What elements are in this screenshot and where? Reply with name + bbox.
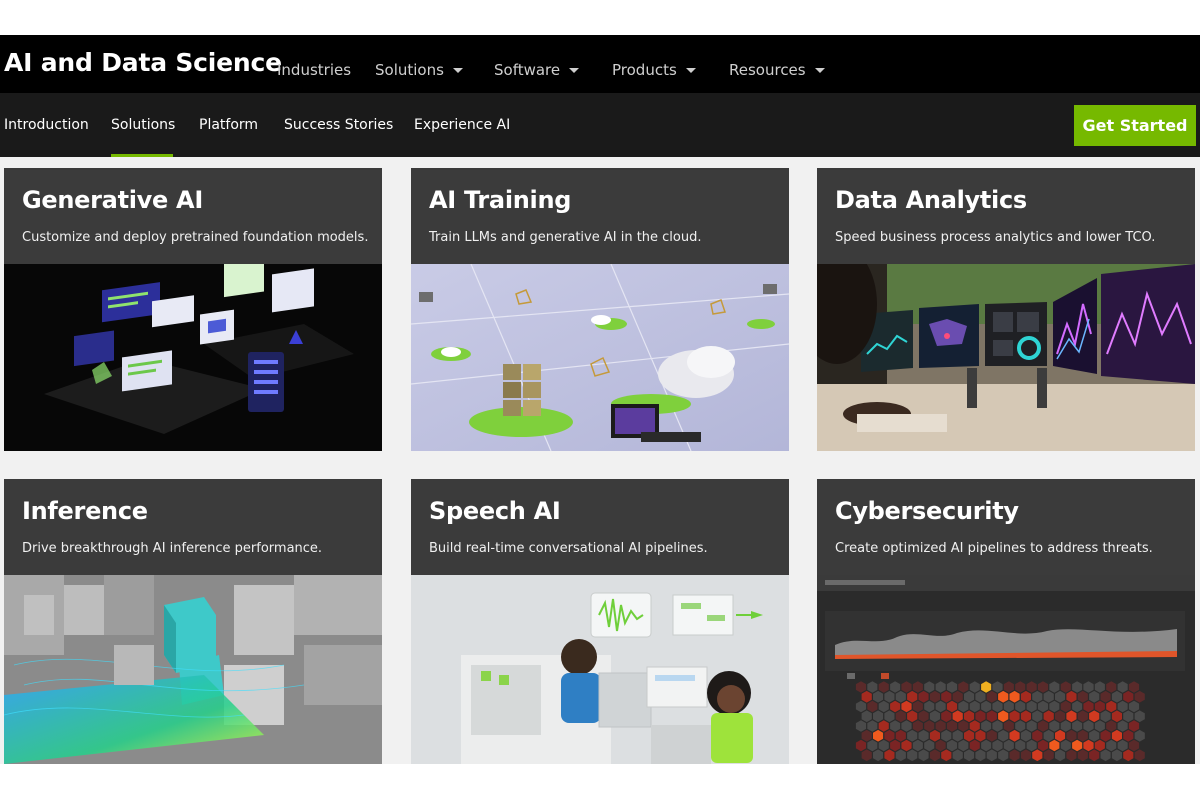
nav-solutions[interactable]: Solutions xyxy=(375,61,463,79)
card-speech-ai[interactable]: Speech AI Build real-time conversational… xyxy=(411,479,789,764)
card-description: Drive breakthrough AI inference performa… xyxy=(22,541,323,556)
card-header: Data Analytics Speed business process an… xyxy=(817,168,1195,264)
subnav-success-stories[interactable]: Success Stories xyxy=(284,117,393,133)
chevron-down-icon xyxy=(452,68,463,73)
card-description: Build real-time conversational AI pipeli… xyxy=(429,541,708,556)
subnav-experience-ai[interactable]: Experience AI xyxy=(414,117,510,133)
card-description: Create optimized AI pipelines to address… xyxy=(835,541,1153,556)
page: AI and Data Science Industries Solutions… xyxy=(0,0,1200,800)
card-title: Data Analytics xyxy=(835,186,1027,214)
card-header: Cybersecurity Create optimized AI pipeli… xyxy=(817,479,1195,575)
nav-solutions-label: Solutions xyxy=(375,61,444,79)
chevron-down-icon xyxy=(569,68,580,73)
nav-software[interactable]: Software xyxy=(494,61,580,79)
nav-resources[interactable]: Resources xyxy=(729,61,825,79)
card-cybersecurity[interactable]: Cybersecurity Create optimized AI pipeli… xyxy=(817,479,1195,764)
card-description: Customize and deploy pretrained foundati… xyxy=(22,230,369,245)
card-header: Speech AI Build real-time conversational… xyxy=(411,479,789,575)
card-inference[interactable]: Inference Drive breakthrough AI inferenc… xyxy=(4,479,382,764)
subnav-introduction[interactable]: Introduction xyxy=(4,117,89,133)
card-image-speech-ai xyxy=(411,575,789,764)
nav-software-label: Software xyxy=(494,61,561,79)
card-image-cybersecurity xyxy=(817,575,1195,764)
card-image-ai-training xyxy=(411,264,789,451)
card-data-analytics[interactable]: Data Analytics Speed business process an… xyxy=(817,168,1195,451)
card-title: Inference xyxy=(22,497,148,525)
get-started-button[interactable]: Get Started xyxy=(1074,105,1196,146)
subnav-platform[interactable]: Platform xyxy=(199,117,258,133)
nav-resources-label: Resources xyxy=(729,61,806,79)
card-description: Train LLMs and generative AI in the clou… xyxy=(429,230,702,245)
card-header: Generative AI Customize and deploy pretr… xyxy=(4,168,382,264)
top-navigation-bar: AI and Data Science Industries Solutions… xyxy=(0,35,1200,93)
solutions-card-grid: Generative AI Customize and deploy pretr… xyxy=(0,157,1200,764)
card-image-data-analytics xyxy=(817,264,1195,451)
chevron-down-icon xyxy=(685,68,696,73)
nav-industries-label: Industries xyxy=(277,61,352,79)
card-ai-training[interactable]: AI Training Train LLMs and generative AI… xyxy=(411,168,789,451)
card-header: Inference Drive breakthrough AI inferenc… xyxy=(4,479,382,575)
subnav-solutions[interactable]: Solutions xyxy=(111,117,175,133)
card-title: AI Training xyxy=(429,186,572,214)
nav-products[interactable]: Products xyxy=(612,61,696,79)
card-header: AI Training Train LLMs and generative AI… xyxy=(411,168,789,264)
site-brand-title[interactable]: AI and Data Science xyxy=(4,48,282,77)
nav-products-label: Products xyxy=(612,61,677,79)
card-description: Speed business process analytics and low… xyxy=(835,230,1156,245)
card-image-generative-ai xyxy=(4,264,382,451)
nav-industries[interactable]: Industries xyxy=(277,61,351,79)
card-title: Speech AI xyxy=(429,497,561,525)
card-image-inference xyxy=(4,575,382,764)
card-generative-ai[interactable]: Generative AI Customize and deploy pretr… xyxy=(4,168,382,451)
chevron-down-icon xyxy=(814,68,825,73)
section-sub-navigation: Introduction Solutions Platform Success … xyxy=(0,93,1200,157)
card-title: Cybersecurity xyxy=(835,497,1019,525)
card-title: Generative AI xyxy=(22,186,203,214)
